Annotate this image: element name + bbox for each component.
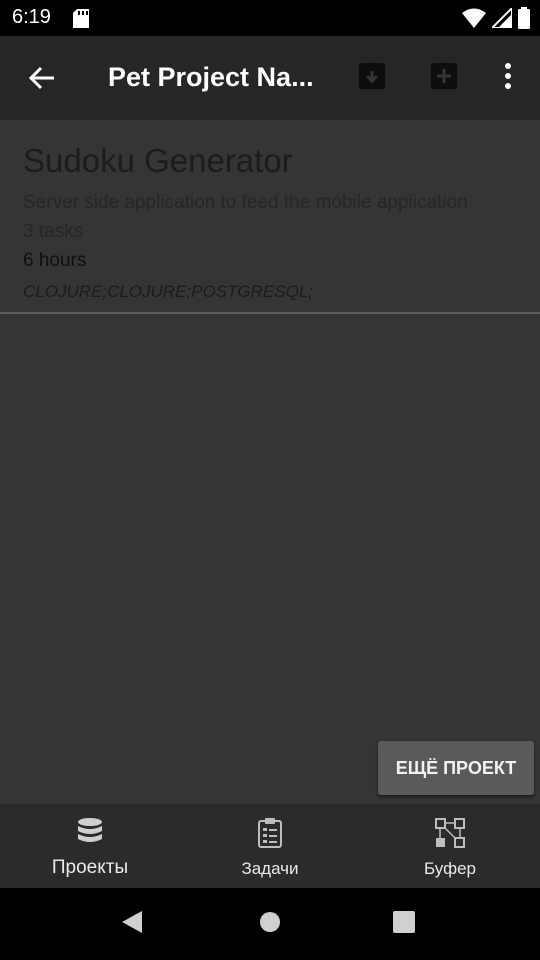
project-name: Sudoku Generator (23, 142, 293, 179)
project-tags: CLOJURE;CLOJURE;POSTGRESQL; (23, 282, 314, 301)
archive-button[interactable] (350, 56, 394, 100)
project-card[interactable]: Sudoku Generator Server side application… (0, 120, 540, 314)
project-tasks-count: 3 tasks (23, 221, 84, 242)
back-button[interactable] (18, 56, 66, 104)
content-area: Sudoku Generator Server side application… (0, 120, 540, 804)
more-options-button[interactable] (486, 56, 530, 100)
status-bar: 6:19 (0, 0, 540, 36)
circle-home-icon (259, 911, 281, 938)
nav-label-projects: Проекты (51, 857, 129, 878)
status-time: 6:19 (12, 6, 51, 28)
system-navigation-bar (0, 888, 540, 960)
app-bar: Pet Project Na... (0, 36, 540, 120)
status-icons (462, 5, 530, 34)
nav-item-projects[interactable]: Проекты (0, 804, 180, 888)
nav-label-tasks: Задачи (241, 859, 299, 878)
nav-label-buffer: Буфер (424, 859, 476, 878)
buffer-nodes-icon (360, 818, 540, 848)
add-box-icon (430, 62, 458, 95)
archive-icon (358, 62, 386, 95)
sd-card-icon (73, 9, 89, 33)
project-description: Server side application to feed the mobi… (23, 192, 468, 213)
arrow-back-icon (28, 66, 55, 95)
wifi-icon (462, 8, 486, 33)
triangle-back-icon (120, 910, 144, 939)
signal-icon (489, 5, 513, 33)
square-recents-icon (393, 910, 415, 938)
more-vert-icon (505, 62, 511, 94)
clipboard-list-icon (180, 818, 360, 848)
bottom-navigation: Проекты Задачи Буфер (0, 804, 540, 888)
project-hours: 6 hours (23, 250, 87, 271)
page-title: Pet Project Na... (108, 62, 314, 92)
system-recents-button[interactable] (386, 906, 422, 942)
more-projects-button[interactable]: ЕЩЁ ПРОЕКТ (378, 741, 534, 795)
nav-item-tasks[interactable]: Задачи (180, 804, 360, 888)
battery-icon (518, 7, 530, 34)
system-home-button[interactable] (252, 906, 288, 942)
database-icon (0, 818, 180, 846)
nav-item-buffer[interactable]: Буфер (360, 804, 540, 888)
add-button[interactable] (422, 56, 466, 100)
system-back-button[interactable] (114, 906, 150, 942)
